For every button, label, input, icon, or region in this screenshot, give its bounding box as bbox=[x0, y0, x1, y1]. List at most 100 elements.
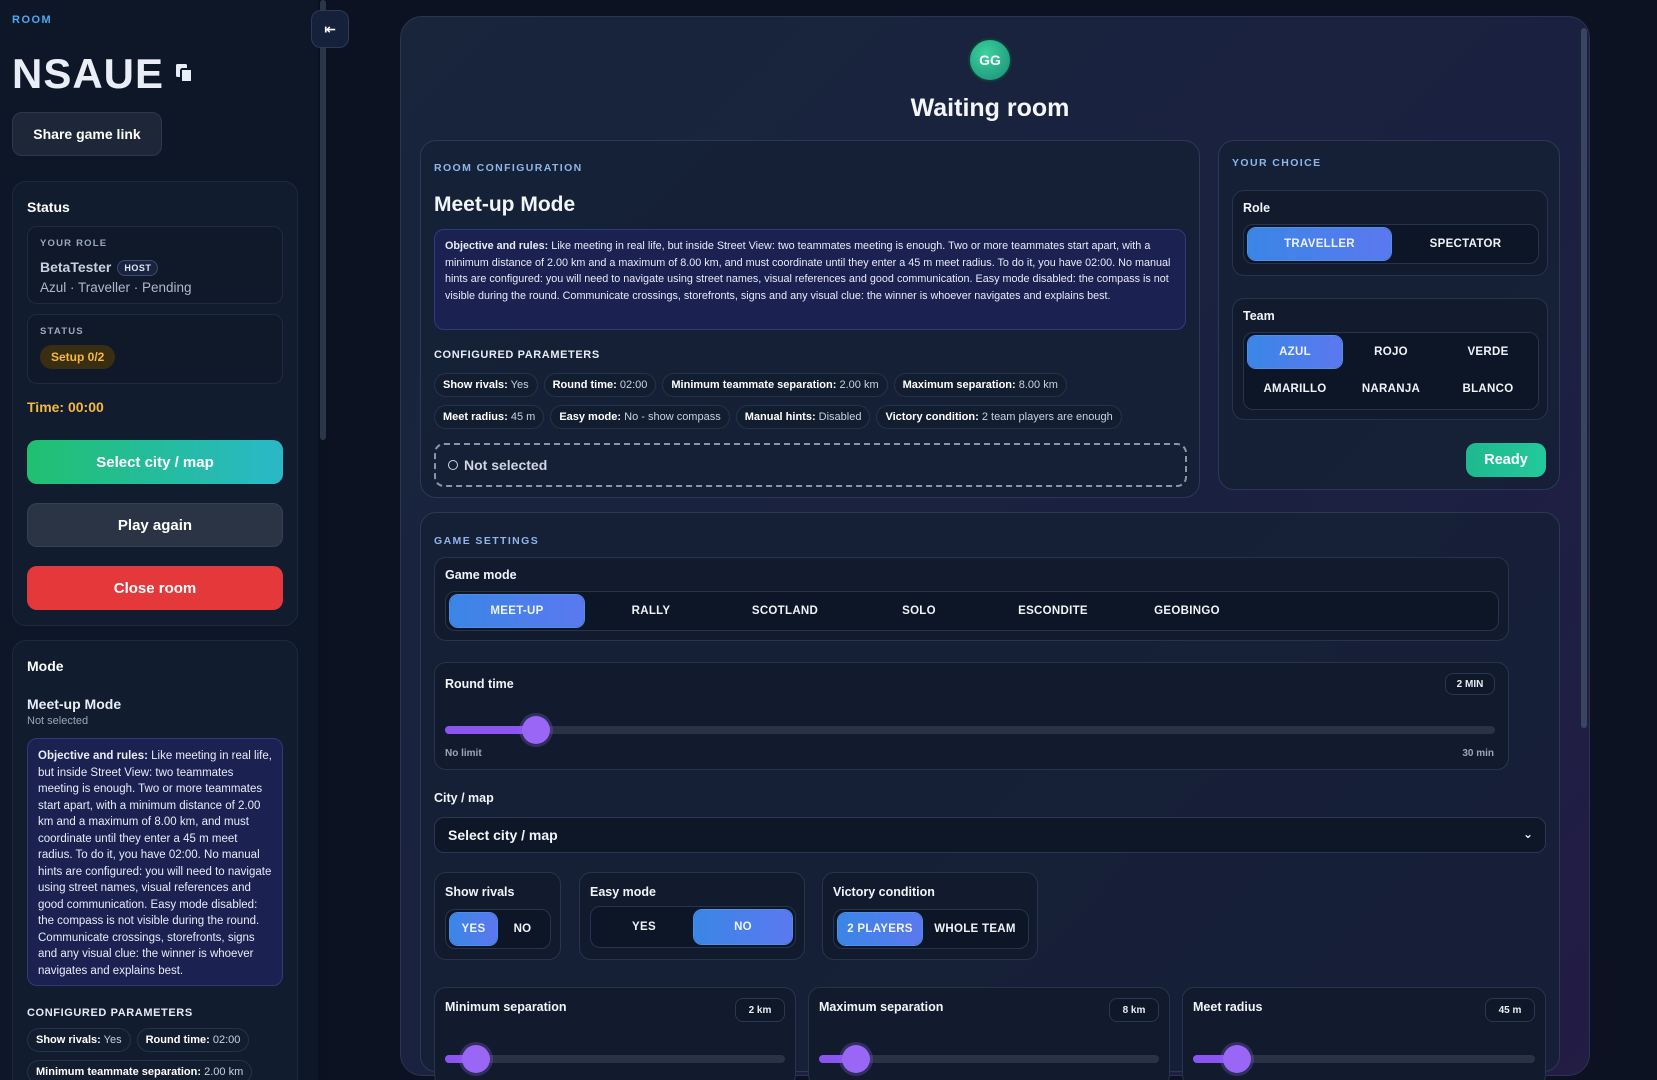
round-time-max-label: 30 min bbox=[1462, 748, 1494, 759]
param-chip: Meet radius: 45 m bbox=[434, 405, 545, 429]
team-amarillo-button[interactable]: AMARILLO bbox=[1248, 373, 1342, 405]
meet-radius-slider-thumb[interactable] bbox=[1223, 1045, 1252, 1073]
role-heading: Role bbox=[1243, 201, 1271, 215]
main-scrollbar[interactable] bbox=[1581, 28, 1587, 728]
param-chip: Maximum separation: 8.00 km bbox=[893, 373, 1067, 397]
sidebar-chips: Show rivals: Yes Round time: 02:00 Minimum… bbox=[27, 1028, 287, 1080]
role-segmented: TRAVELLER SPECTATOR bbox=[1243, 224, 1539, 264]
ready-button[interactable]: Ready bbox=[1466, 443, 1546, 477]
share-game-link-button[interactable]: Share game link bbox=[12, 112, 162, 156]
mode-heading: Mode bbox=[27, 658, 64, 674]
configured-params-label: CONFIGURED PARAMETERS bbox=[434, 349, 600, 361]
empty-circle-icon bbox=[448, 460, 458, 470]
your-role-card: YOUR ROLE BetaTester HOST Azul · Travelle… bbox=[27, 226, 283, 304]
victory-2-players-button[interactable]: 2 PLAYERS bbox=[838, 913, 922, 945]
game-mode-segmented: MEET-UP RALLY SCOTLAND SOLO ESCONDITE GE… bbox=[445, 591, 1499, 631]
player-name: BetaTester bbox=[40, 259, 112, 275]
param-chip: Easy mode: No - show compass bbox=[550, 405, 730, 429]
room-config-label: ROOM CONFIGURATION bbox=[434, 162, 583, 174]
game-settings-panel: GAME SETTINGS Game mode MEET-UP RALLY SC… bbox=[420, 512, 1560, 1080]
max-separation-slider-thumb[interactable] bbox=[842, 1045, 871, 1073]
victory-condition-segmented: 2 PLAYERS WHOLE TEAM bbox=[833, 909, 1029, 949]
mode-objective-box: Objective and rules: Like meeting in rea… bbox=[27, 738, 283, 986]
param-chip: Minimum teammate separation: 2.00 km bbox=[662, 373, 888, 397]
max-separation-slider-track[interactable] bbox=[819, 1045, 1159, 1073]
your-role-label: YOUR ROLE bbox=[40, 238, 108, 249]
room-configuration-panel: ROOM CONFIGURATION Meet-up Mode Objectiv… bbox=[420, 140, 1200, 498]
min-separation-slider-track[interactable] bbox=[445, 1045, 785, 1073]
meet-radius-value-badge: 45 m bbox=[1485, 998, 1535, 1022]
select-city-button[interactable]: Select city / map bbox=[27, 440, 283, 484]
param-chip: Round time: 02:00 bbox=[543, 373, 657, 397]
meet-radius-slider-track[interactable] bbox=[1193, 1045, 1535, 1073]
city-map-select[interactable]: Select city / map ⌄ bbox=[434, 817, 1546, 853]
team-verde-button[interactable]: VERDE bbox=[1441, 336, 1535, 368]
city-map-select-value: Select city / map bbox=[448, 827, 558, 843]
your-choice-panel: YOUR CHOICE Role TRAVELLER SPECTATOR Tea… bbox=[1218, 140, 1560, 490]
round-time-slider-track[interactable] bbox=[445, 716, 1495, 744]
status-heading: Status bbox=[27, 199, 70, 215]
close-room-button[interactable]: Close room bbox=[27, 566, 283, 610]
mode-escondite-button[interactable]: ESCONDITE bbox=[986, 595, 1120, 627]
show-rivals-yes-button[interactable]: YES bbox=[450, 913, 497, 945]
mode-scotland-button[interactable]: SCOTLAND bbox=[718, 595, 852, 627]
role-traveller-button[interactable]: TRAVELLER bbox=[1248, 228, 1391, 260]
min-separation-slider-thumb[interactable] bbox=[461, 1045, 490, 1073]
victory-whole-team-button[interactable]: WHOLE TEAM bbox=[924, 913, 1026, 945]
param-chip: Manual hints: Disabled bbox=[735, 405, 871, 429]
host-badge: HOST bbox=[117, 260, 159, 277]
mode-meetup-button[interactable]: MEET-UP bbox=[450, 595, 584, 627]
round-time-value-badge: 2 MIN bbox=[1445, 673, 1495, 695]
min-separation-heading: Minimum separation bbox=[445, 1000, 567, 1014]
game-settings-label: GAME SETTINGS bbox=[434, 535, 540, 547]
easy-mode-segmented: YES NO bbox=[590, 906, 796, 948]
your-choice-label: YOUR CHOICE bbox=[1232, 157, 1322, 169]
sidebar-scrollbar[interactable] bbox=[320, 0, 326, 440]
room-code: NSAUE bbox=[12, 50, 165, 97]
round-time-slider-thumb[interactable] bbox=[522, 716, 551, 744]
show-rivals-panel: Show rivals YES NO bbox=[434, 872, 561, 960]
team-azul-button[interactable]: AZUL bbox=[1248, 336, 1342, 368]
mode-solo-button[interactable]: SOLO bbox=[852, 595, 986, 627]
team-naranja-button[interactable]: NARANJA bbox=[1344, 373, 1438, 405]
sidebar-chip: Minimum teammate separation: 2.00 km bbox=[27, 1060, 253, 1080]
show-rivals-no-button[interactable]: NO bbox=[499, 913, 546, 945]
not-selected-text: Not selected bbox=[464, 457, 548, 473]
play-again-button[interactable]: Play again bbox=[27, 503, 283, 547]
room-objective-bold: Objective and rules: bbox=[445, 240, 549, 252]
easy-mode-panel: Easy mode YES NO bbox=[579, 872, 805, 960]
collapse-sidebar-button[interactable]: ⇤ bbox=[311, 10, 349, 48]
easy-mode-no-button[interactable]: NO bbox=[694, 910, 792, 944]
map-not-selected-box[interactable]: Not selected bbox=[434, 443, 1187, 487]
room-objective-box: Objective and rules: Like meeting in rea… bbox=[434, 229, 1186, 330]
team-segmented: AZUL ROJO VERDE AMARILLO NARANJA BLANCO bbox=[1243, 332, 1539, 410]
victory-condition-panel: Victory condition 2 PLAYERS WHOLE TEAM bbox=[822, 872, 1038, 960]
param-chip: Victory condition: 2 team players are en… bbox=[876, 405, 1122, 429]
easy-mode-yes-button[interactable]: YES bbox=[595, 910, 693, 944]
sidebar-chip: Show rivals: Yes bbox=[27, 1028, 131, 1052]
city-map-heading: City / map bbox=[434, 791, 494, 805]
room-config-mode-title: Meet-up Mode bbox=[434, 193, 576, 216]
mode-rally-button[interactable]: RALLY bbox=[584, 595, 718, 627]
sidebar-configured-label: CONFIGURED PARAMETERS bbox=[27, 1007, 193, 1019]
mode-card: Mode Meet-up Mode Not selected Objective… bbox=[12, 640, 298, 1080]
mode-name: Meet-up Mode bbox=[27, 696, 122, 712]
objective-bold: Objective and rules: bbox=[38, 750, 148, 762]
role-panel: Role TRAVELLER SPECTATOR bbox=[1232, 190, 1548, 276]
status-label: STATUS bbox=[40, 326, 84, 337]
game-mode-heading: Game mode bbox=[445, 568, 517, 582]
team-panel: Team AZUL ROJO VERDE AMARILLO NARANJA BL… bbox=[1232, 298, 1548, 420]
min-separation-value-badge: 2 km bbox=[735, 998, 785, 1022]
round-time-panel: Round time 2 MIN No limit 30 min bbox=[434, 662, 1509, 770]
sidebar-chip: Round time: 02:00 bbox=[136, 1028, 250, 1052]
chevron-down-icon: ⌄ bbox=[1522, 827, 1533, 841]
team-blanco-button[interactable]: BLANCO bbox=[1441, 373, 1535, 405]
status-inner-card: STATUS Setup 0/2 bbox=[27, 314, 283, 384]
role-spectator-button[interactable]: SPECTATOR bbox=[1394, 228, 1537, 260]
mode-geobingo-button[interactable]: GEOBINGO bbox=[1120, 595, 1254, 627]
setup-badge: Setup 0/2 bbox=[40, 345, 116, 369]
gg-logo: GG bbox=[968, 38, 1012, 82]
copy-icon[interactable] bbox=[176, 64, 194, 84]
team-rojo-button[interactable]: ROJO bbox=[1344, 336, 1438, 368]
game-mode-panel: Game mode MEET-UP RALLY SCOTLAND SOLO ES… bbox=[434, 557, 1509, 641]
